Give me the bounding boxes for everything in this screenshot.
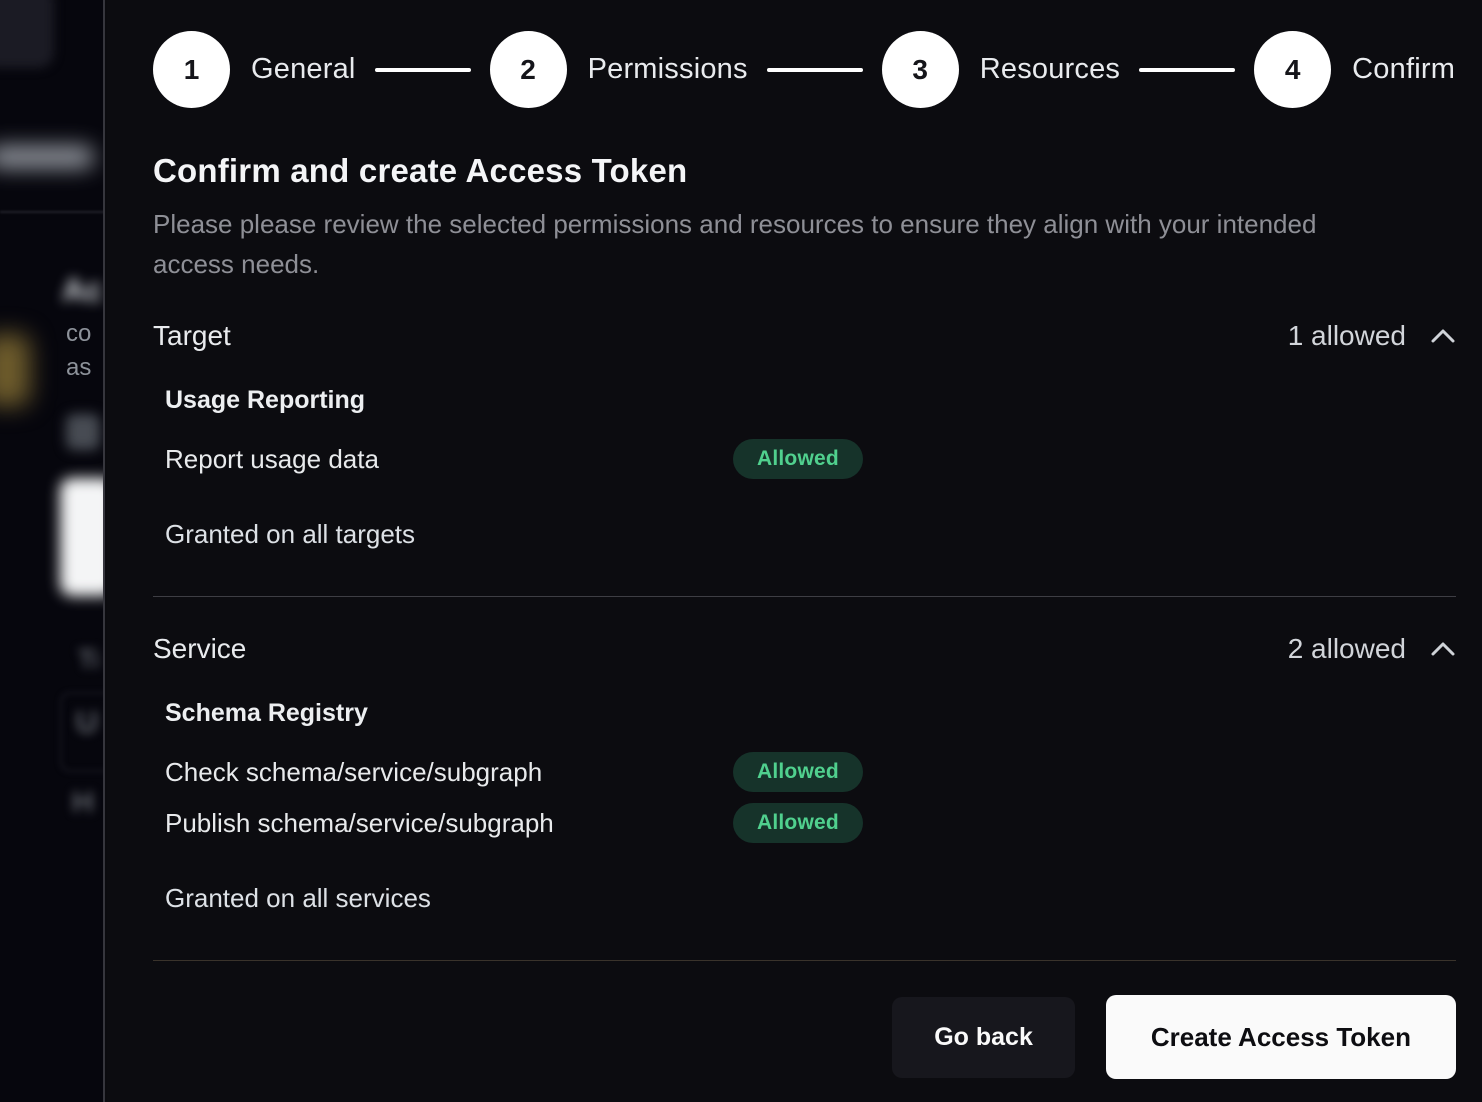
step-number-circle: 3: [882, 31, 959, 108]
blurred-card-fragment: [60, 478, 105, 596]
permission-group-usage-reporting: Usage Reporting Report usage data Allowe…: [165, 386, 1456, 479]
step-label: Confirm: [1352, 53, 1455, 86]
section-collapse-toggle[interactable]: 1 allowed: [1288, 320, 1456, 352]
stepper-connector: [1139, 68, 1235, 72]
permission-label: Publish schema/service/subgraph: [165, 808, 733, 839]
step-label: Permissions: [588, 53, 748, 86]
blurred-button-fragment: [66, 414, 100, 450]
stepper-connector: [767, 68, 863, 72]
blurred-text-fragment: Ti: [78, 644, 99, 675]
background-app-blurred: Ac co as Ti U H: [0, 0, 105, 1102]
permission-label: Report usage data: [165, 444, 733, 475]
permission-group-title: Schema Registry: [165, 699, 1456, 728]
stepper-connector: [375, 68, 471, 72]
section-service: Service 2 allowed Schema Registry Check …: [153, 633, 1456, 914]
status-badge: Allowed: [733, 803, 863, 843]
step-number: 1: [184, 54, 200, 86]
section-target: Target 1 allowed Usage Reporting Report …: [153, 320, 1456, 550]
section-title: Target: [153, 320, 231, 352]
blurred-heading-fragment: Ac: [62, 272, 103, 309]
create-access-token-modal: 1 General 2 Permissions 3 Resources 4 Co…: [107, 0, 1482, 1102]
permission-group-schema-registry: Schema Registry Check schema/service/sub…: [165, 699, 1456, 843]
granted-note: Granted on all targets: [165, 519, 1456, 550]
stepper-step-confirm[interactable]: 4 Confirm: [1254, 31, 1455, 108]
modal-footer: Go back Create Access Token: [153, 995, 1456, 1079]
step-number: 2: [520, 54, 536, 86]
blurred-text-fragment: H: [72, 786, 94, 820]
section-title: Service: [153, 633, 246, 665]
permission-label: Check schema/service/subgraph: [165, 757, 733, 788]
permission-row: Publish schema/service/subgraph Allowed: [165, 803, 1456, 843]
allowed-count: 1 allowed: [1288, 320, 1406, 352]
step-number: 3: [912, 54, 928, 86]
step-number-circle: 2: [490, 31, 567, 108]
granted-note: Granted on all services: [165, 883, 1456, 914]
go-back-button[interactable]: Go back: [892, 997, 1075, 1078]
section-header: Target 1 allowed: [153, 320, 1456, 352]
step-label: General: [251, 53, 356, 86]
status-badge: Allowed: [733, 752, 863, 792]
permission-group-title: Usage Reporting: [165, 386, 1456, 415]
create-access-token-button[interactable]: Create Access Token: [1106, 995, 1456, 1079]
allowed-count: 2 allowed: [1288, 633, 1406, 665]
stepper-step-general[interactable]: 1 General: [153, 31, 356, 108]
permission-row: Check schema/service/subgraph Allowed: [165, 752, 1456, 792]
section-header: Service 2 allowed: [153, 633, 1456, 665]
chevron-up-icon: [1430, 326, 1456, 346]
section-divider: [153, 596, 1456, 597]
step-number: 4: [1285, 54, 1301, 86]
stepper-step-permissions[interactable]: 2 Permissions: [490, 31, 748, 108]
step-label: Resources: [980, 53, 1120, 86]
chevron-up-icon: [1430, 639, 1456, 659]
blurred-logo-tile: [0, 0, 54, 68]
blurred-divider: [0, 211, 105, 213]
blurred-text-fragment: as: [66, 354, 91, 382]
permission-row: Report usage data Allowed: [165, 439, 1456, 479]
stepper-step-resources[interactable]: 3 Resources: [882, 31, 1120, 108]
step-number-circle: 1: [153, 31, 230, 108]
blurred-nav-text: [0, 146, 94, 168]
page-description: Please please review the selected permis…: [153, 204, 1383, 284]
status-badge: Allowed: [733, 439, 863, 479]
screen: Ac co as Ti U H 1 General 2 Permissions …: [0, 0, 1482, 1102]
page-title: Confirm and create Access Token: [153, 152, 1456, 190]
blurred-text-fragment: co: [66, 320, 91, 348]
step-number-circle: 4: [1254, 31, 1331, 108]
section-collapse-toggle[interactable]: 2 allowed: [1288, 633, 1456, 665]
footer-divider: [153, 960, 1456, 961]
blurred-accent-blob: [0, 334, 30, 406]
stepper: 1 General 2 Permissions 3 Resources 4 Co…: [153, 31, 1456, 108]
blurred-text-fragment: U: [76, 706, 98, 740]
